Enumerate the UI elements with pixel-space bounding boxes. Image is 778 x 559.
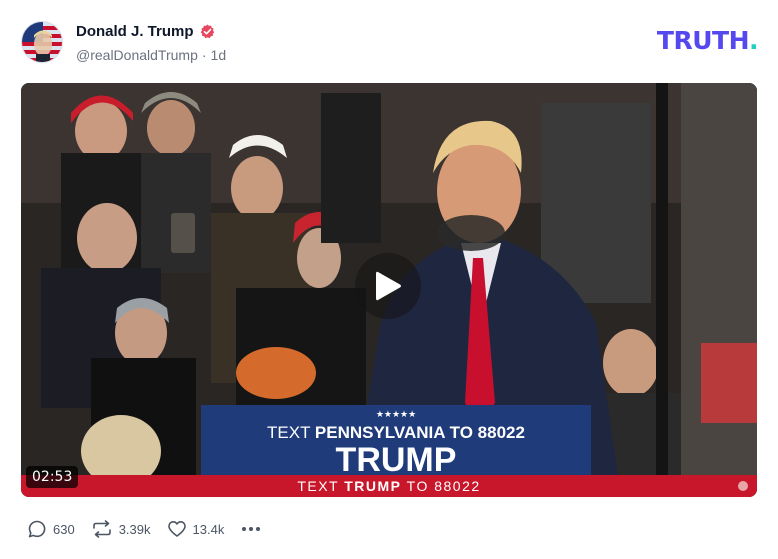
heart-icon	[167, 521, 186, 537]
reply-icon	[28, 520, 46, 538]
display-name[interactable]: Donald J. Trump	[76, 23, 194, 40]
truth-post: Donald J. Trump @realDonaldTrump · 1d TR…	[0, 0, 778, 559]
play-icon	[376, 271, 401, 301]
truth-logo[interactable]: TRUTH.	[656, 26, 759, 55]
podium-line-1: TEXT PENNSYLVANIA TO 88022	[267, 423, 525, 442]
podium-line-1-b: PENNSYLVANIA	[315, 423, 445, 442]
more-options-button[interactable]	[240, 523, 262, 535]
avatar[interactable]	[21, 21, 63, 63]
podium-line-1-a: TEXT	[267, 423, 315, 442]
retruth-count: 3.39k	[118, 521, 151, 537]
podium-line-1-c: TO 88022	[445, 423, 525, 442]
like-count: 13.4k	[192, 521, 225, 537]
retruth-button[interactable]: 3.39k	[91, 519, 151, 539]
more-dot-icon	[256, 527, 261, 531]
avatar-image	[22, 22, 62, 62]
timestamp[interactable]: 1d	[211, 47, 227, 63]
banner-c: TO 88022	[402, 478, 481, 494]
play-button[interactable]	[355, 253, 421, 319]
reply-button[interactable]: 630	[27, 519, 75, 539]
more-dot-icon	[242, 527, 247, 531]
like-button[interactable]: 13.4k	[167, 519, 225, 539]
podium-line-2: TRUMP	[336, 441, 457, 479]
video-player[interactable]: ★★★★★ TEXT PENNSYLVANIA TO 88022 TRUMP T…	[21, 83, 757, 497]
handle[interactable]: @realDonaldTrump	[76, 47, 198, 63]
logo-dot: .	[749, 26, 759, 55]
verified-badge-icon	[200, 24, 215, 39]
banner-a: TEXT	[297, 478, 344, 494]
banner-text: TEXT TRUMP TO 88022	[297, 478, 480, 494]
name-row: Donald J. Trump	[76, 23, 215, 40]
post-header: Donald J. Trump @realDonaldTrump · 1d	[21, 20, 761, 66]
more-dot-icon	[249, 527, 254, 531]
reply-count: 630	[53, 521, 75, 537]
post-actions: 630 3.39k 13.4k	[27, 517, 262, 541]
podium-stars: ★★★★★	[376, 409, 416, 419]
banner-seal	[738, 481, 748, 491]
retruth-icon	[92, 520, 111, 538]
meta-separator: ·	[201, 47, 207, 63]
post-meta: @realDonaldTrump · 1d	[76, 47, 226, 63]
video-duration: 02:53	[26, 466, 79, 488]
logo-text: TRUTH	[656, 26, 750, 55]
banner-b: TRUMP	[344, 478, 401, 494]
